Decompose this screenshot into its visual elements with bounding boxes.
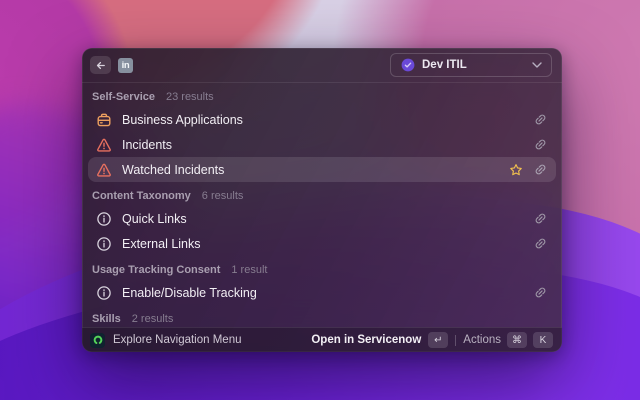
- link-icon: [533, 285, 548, 300]
- primary-action-button[interactable]: Open in Servicenow ↵: [311, 332, 449, 348]
- servicenow-logo-icon: [90, 332, 105, 348]
- topbar: in Dev ITIL: [82, 48, 562, 83]
- instance-selector-label: Dev ITIL: [422, 59, 467, 71]
- desktop: in Dev ITIL Self-Service 23 results Busi…: [0, 0, 640, 400]
- briefcase-icon: [96, 112, 112, 128]
- chevron-down-icon: [532, 62, 542, 68]
- section-header: Content Taxonomy 6 results: [88, 186, 556, 206]
- section-count: 2 results: [131, 313, 174, 325]
- info-circle-icon: [96, 211, 112, 227]
- section-title: Skills: [92, 313, 121, 325]
- results-list: Self-Service 23 results Business Applica…: [82, 83, 562, 327]
- command-title: Explore Navigation Menu: [113, 334, 242, 346]
- primary-action-label: Open in Servicenow: [311, 334, 422, 346]
- info-circle-icon: [96, 236, 112, 252]
- warning-triangle-icon: [96, 137, 112, 153]
- footer-actions: Open in Servicenow ↵ Actions ⌘ K: [311, 332, 553, 348]
- list-item-label: Enable/Disable Tracking: [122, 285, 257, 300]
- list-item[interactable]: Quick Links: [88, 206, 556, 231]
- section-title: Content Taxonomy: [92, 190, 191, 202]
- list-item[interactable]: Business Applications: [88, 107, 556, 132]
- actions-menu-button[interactable]: Actions ⌘ K: [463, 332, 553, 348]
- divider: [455, 334, 457, 346]
- list-item-label: External Links: [122, 236, 201, 251]
- instance-selector[interactable]: Dev ITIL: [390, 53, 552, 77]
- back-button[interactable]: [90, 56, 111, 74]
- link-icon: [533, 162, 548, 177]
- link-icon: [533, 137, 548, 152]
- k-key-badge: K: [533, 332, 553, 348]
- star-icon: [508, 162, 523, 177]
- list-item[interactable]: External Links: [88, 231, 556, 256]
- launcher-window: in Dev ITIL Self-Service 23 results Busi…: [82, 48, 562, 352]
- list-item-selected[interactable]: Watched Incidents: [88, 157, 556, 182]
- instance-avatar-icon: [400, 58, 415, 73]
- info-circle-icon: [96, 285, 112, 301]
- section-count: 23 results: [165, 91, 214, 103]
- list-item-label: Watched Incidents: [122, 162, 225, 177]
- cmd-key-badge: ⌘: [507, 332, 527, 348]
- section-count: 6 results: [201, 190, 244, 202]
- action-bar: Explore Navigation Menu Open in Servicen…: [82, 327, 562, 352]
- section-header: Usage Tracking Consent 1 result: [88, 260, 556, 280]
- arrow-left-icon: [96, 61, 105, 69]
- section-title: Self-Service: [92, 91, 155, 103]
- actions-menu-label: Actions: [463, 334, 501, 346]
- link-icon: [533, 236, 548, 251]
- list-item-label: Business Applications: [122, 112, 243, 127]
- list-item-label: Quick Links: [122, 211, 187, 226]
- section-header: Self-Service 23 results: [88, 87, 556, 107]
- link-icon: [533, 112, 548, 127]
- section-count: 1 result: [231, 264, 268, 276]
- list-item[interactable]: Incidents: [88, 132, 556, 157]
- list-item[interactable]: Enable/Disable Tracking: [88, 280, 556, 305]
- warning-triangle-icon: [96, 162, 112, 178]
- link-icon: [533, 211, 548, 226]
- list-item-label: Incidents: [122, 137, 173, 152]
- linkedin-favicon-icon: in: [118, 57, 133, 73]
- section-header: Skills 2 results: [88, 309, 556, 327]
- section-title: Usage Tracking Consent: [92, 264, 221, 276]
- return-key-badge: ↵: [428, 332, 449, 348]
